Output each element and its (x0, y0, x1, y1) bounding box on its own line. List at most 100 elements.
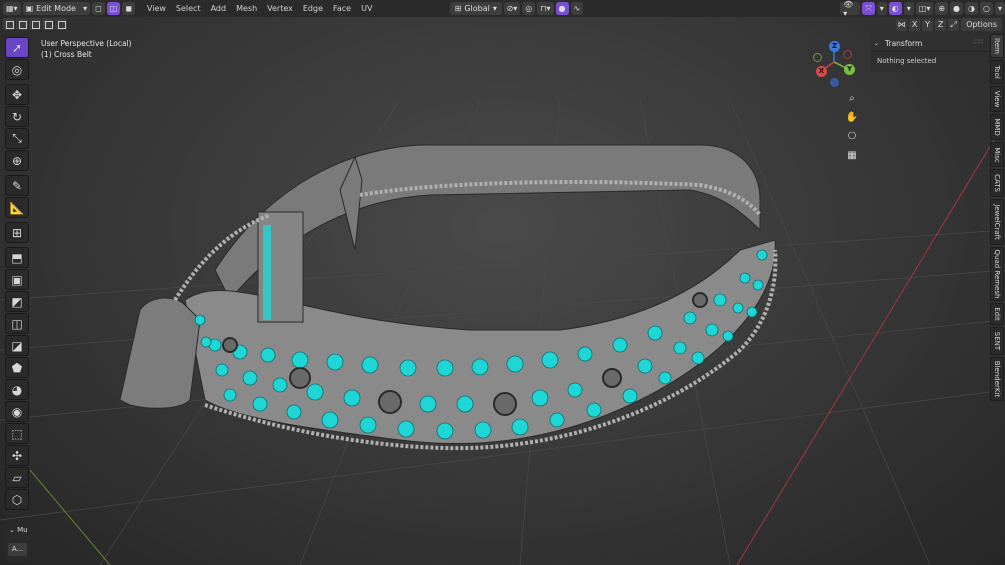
menu-view[interactable]: View (143, 2, 170, 15)
spin-tool[interactable]: ◕ (5, 379, 29, 400)
gizmo-dropdown[interactable]: ▾ (876, 2, 887, 15)
edge-select-button[interactable]: ◫ (106, 2, 121, 15)
gizmo-neg-y-axis[interactable] (813, 53, 822, 62)
tab-quad-remesh[interactable]: Quad Remesh (990, 247, 1004, 301)
editor-type-icon[interactable]: ▦▾ (3, 2, 21, 15)
gizmo-y-axis[interactable]: Y (844, 64, 855, 75)
options-button[interactable]: Options (961, 18, 1002, 31)
menu-add[interactable]: Add (207, 2, 231, 15)
falloff-button[interactable]: ∿ (570, 2, 584, 15)
gizmo-toggle-button[interactable]: ⤧ (862, 2, 875, 15)
menu-mesh[interactable]: Mesh (232, 2, 261, 15)
cursor-arrow-icon: ➚ (11, 40, 23, 55)
extrude-tool[interactable]: ⬒ (5, 247, 29, 268)
edit-mode-icon: ▣ (25, 4, 34, 13)
auto-merge-icon[interactable]: ⤢ (948, 18, 960, 31)
perspective-toggle-button[interactable]: ▦ (845, 149, 859, 163)
shading-dropdown[interactable]: ▾ (995, 2, 1005, 15)
menu-select[interactable]: Select (172, 2, 205, 15)
tab-tool[interactable]: Tool (990, 60, 1004, 84)
knife-tool[interactable]: ◪ (5, 335, 29, 356)
tab-edit[interactable]: Edit (990, 303, 1004, 325)
shading-rendered-button[interactable]: ○ (980, 2, 993, 15)
select-intersect-icon[interactable] (55, 18, 67, 30)
gizmo-neg-x-axis[interactable] (843, 50, 852, 59)
select-invert-icon[interactable] (42, 18, 54, 30)
chevron-down-icon[interactable]: ⌄ (871, 39, 879, 47)
gizmo-z-axis[interactable]: Z (829, 41, 840, 52)
face-select-button[interactable]: ◼ (122, 2, 135, 15)
overlay-toggle-button[interactable]: ◐ (888, 2, 902, 15)
edge-slide-tool[interactable]: ⬚ (5, 423, 29, 444)
transform-panel-title[interactable]: Transform (885, 39, 922, 48)
mode-selector[interactable]: ▣ Edit Mode ▾ (22, 2, 91, 15)
operator-button[interactable]: A... (8, 543, 27, 556)
select-new-icon[interactable] (3, 18, 15, 30)
tab-mmd[interactable]: MMD (990, 114, 1004, 140)
transform-tool[interactable]: ⊕ (5, 150, 29, 171)
menu-vertex[interactable]: Vertex (263, 2, 297, 15)
cursor-tool[interactable]: ◎ (5, 59, 29, 80)
smooth-icon: ◉ (11, 404, 23, 419)
tab-misc[interactable]: Misc (990, 142, 1004, 167)
menu-edge[interactable]: Edge (299, 2, 327, 15)
tab-jewelcraft[interactable]: JewelCraft (990, 199, 1004, 245)
snap-target-button[interactable]: ⊓▾ (537, 2, 554, 15)
mirror-options-row: ⋈ X Y Z ⤢ Options (896, 18, 1002, 31)
menu-uv[interactable]: UV (357, 2, 376, 15)
measure-tool[interactable]: 📐 (5, 197, 29, 218)
move-tool[interactable]: ✥ (5, 84, 29, 105)
tool-shelf: ➚ ◎ ✥ ↻ ⤡ ⊕ ✎ 📐 ⊞ ⬒ ▣ ◩ ◫ ◪ ⬟ ◕ ◉ ⬚ ✣ ▱ … (5, 37, 31, 511)
gizmo-x-axis[interactable]: X (816, 66, 827, 77)
shear-icon: ▱ (12, 470, 22, 485)
shrink-fatten-tool[interactable]: ✣ (5, 445, 29, 466)
mirror-y-button[interactable]: Y (922, 18, 934, 31)
tab-blenderkit[interactable]: BlenderKit (990, 357, 1004, 401)
vertex-select-button[interactable]: ◻ (92, 2, 105, 15)
shear-tool[interactable]: ▱ (5, 467, 29, 488)
poly-build-tool[interactable]: ⬟ (5, 357, 29, 378)
zoom-button[interactable]: ⌕ (845, 92, 859, 106)
mirror-z-button[interactable]: Z (935, 18, 947, 31)
proportional-edit-button[interactable]: ● (555, 2, 569, 15)
tab-cats[interactable]: CATS (990, 169, 1004, 197)
tab-item[interactable]: Item (990, 34, 1004, 58)
xray-button[interactable]: ◫▾ (915, 2, 934, 15)
snap-toggle-button[interactable]: ◎ (522, 2, 536, 15)
belt-tip (119, 297, 201, 409)
gizmo-neg-z-axis[interactable] (830, 78, 839, 87)
tab-sent[interactable]: SENT (990, 327, 1004, 355)
navigation-gizmo[interactable]: Z Y X (810, 40, 858, 90)
pan-button[interactable]: ✋ (845, 111, 859, 125)
last-operator-panel[interactable]: ⌄ Mu A... (5, 523, 31, 561)
drag-handle-icon[interactable]: ∷∷ (974, 38, 983, 46)
sidebar-tabs: Item Tool View MMD Misc CATS JewelCraft … (990, 34, 1005, 403)
select-extend-icon[interactable] (16, 18, 28, 30)
chevron-down-icon: ▾ (492, 4, 497, 13)
bevel-tool[interactable]: ◩ (5, 291, 29, 312)
visibility-button[interactable]: 👁▾ (840, 0, 861, 18)
shading-wireframe-button[interactable]: ⊕ (935, 2, 949, 15)
object-name-label: (1) Cross Belt (41, 50, 92, 59)
camera-view-button[interactable]: ⎔ (845, 130, 859, 144)
select-subtract-icon[interactable] (29, 18, 41, 30)
rotate-icon: ↻ (11, 109, 23, 124)
rip-tool[interactable]: ⬡ (5, 489, 29, 510)
overlay-dropdown[interactable]: ▾ (903, 2, 914, 15)
tab-view[interactable]: View (990, 86, 1004, 112)
add-cube-tool[interactable]: ⊞ (5, 222, 29, 243)
rotate-tool[interactable]: ↻ (5, 106, 29, 127)
mirror-x-button[interactable]: X (909, 18, 921, 31)
shading-solid-button[interactable]: ● (950, 2, 964, 15)
scale-tool[interactable]: ⤡ (5, 128, 29, 149)
pivot-point-button[interactable]: ⊘▾ (503, 2, 521, 15)
select-box-tool[interactable]: ➚ (5, 37, 29, 58)
inset-tool[interactable]: ▣ (5, 269, 29, 290)
menu-face[interactable]: Face (329, 2, 355, 15)
transform-orientation-dropdown[interactable]: ⊞ Global ▾ (449, 2, 502, 15)
annotate-tool[interactable]: ✎ (5, 175, 29, 196)
shading-material-button[interactable]: ◑ (965, 2, 979, 15)
scale-icon: ⤡ (12, 131, 22, 145)
loop-cut-tool[interactable]: ◫ (5, 313, 29, 334)
smooth-tool[interactable]: ◉ (5, 401, 29, 422)
